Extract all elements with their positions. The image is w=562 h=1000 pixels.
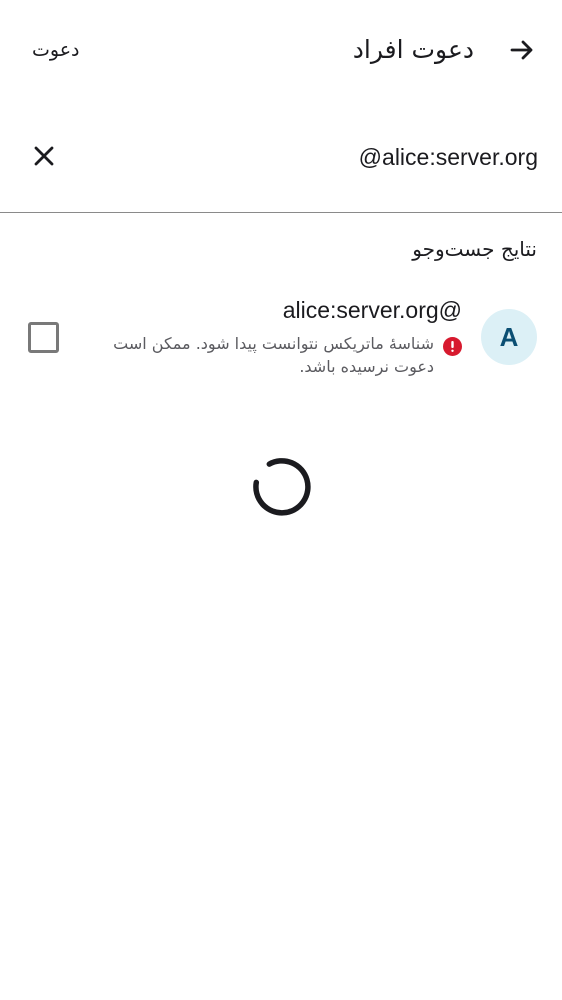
search-divider <box>0 212 562 213</box>
back-button[interactable] <box>502 28 542 72</box>
warning-message: شناسهٔ ماتریکس نتوانست پیدا شود. ممکن اس… <box>102 332 462 378</box>
top-app-bar: دعوت افراد دعوت <box>0 0 562 98</box>
invite-people-screen: دعوت افراد دعوت نتایج جست‌وجو A alice:se… <box>0 0 562 1000</box>
search-field <box>0 118 562 214</box>
avatar: A <box>481 309 537 365</box>
clear-search-button[interactable] <box>24 136 64 176</box>
invite-button[interactable]: دعوت <box>32 33 80 67</box>
progress-spinner-icon <box>253 458 311 516</box>
list-item[interactable]: A alice:server.org@ شناسهٔ ماتریکس نتوان… <box>0 290 562 390</box>
arrow-forward-icon <box>510 40 533 60</box>
select-checkbox[interactable] <box>28 322 59 353</box>
page-title: دعوت افراد <box>352 35 474 64</box>
warning-text: شناسهٔ ماتریکس نتوانست پیدا شود. ممکن اس… <box>113 334 434 376</box>
user-id: alice:server.org@ <box>282 297 462 323</box>
error-icon <box>443 337 462 356</box>
close-icon <box>34 146 54 166</box>
search-input[interactable] <box>108 136 538 178</box>
results-heading: نتایج جست‌وجو <box>412 237 537 261</box>
